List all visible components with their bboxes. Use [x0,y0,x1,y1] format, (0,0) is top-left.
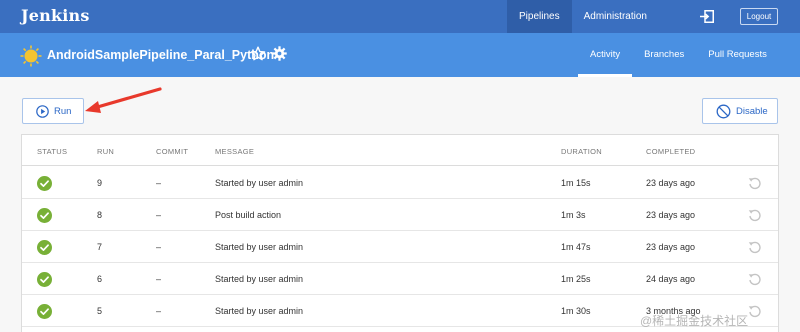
run-message: Started by user admin [215,274,304,284]
replay-icon[interactable] [748,273,761,286]
run-number: 9 [97,178,103,188]
replay-icon[interactable] [748,209,761,222]
commit-id: – [156,242,162,252]
run-duration: 1m 25s [561,274,591,284]
star-icon[interactable] [250,46,266,62]
sun-icon [20,45,42,67]
run-button[interactable]: Run [22,98,84,124]
activity-table: STATUS RUN COMMIT MESSAGE DURATION COMPL… [21,134,779,332]
nav-pipelines[interactable]: Pipelines [507,0,572,33]
replay-icon[interactable] [748,305,761,318]
table-row[interactable]: 8 – Post build action 1m 3s 23 days ago [22,199,778,231]
run-completed: 23 days ago [646,210,696,220]
commit-id: – [156,306,162,316]
tab-activity[interactable]: Activity [578,33,633,77]
jenkins-logo[interactable]: Jenkins [21,6,90,25]
table-row[interactable]: 6 – Started by user admin 1m 25s 24 days ago [22,263,778,295]
run-completed: 23 days ago [646,242,696,252]
column-completed: COMPLETED [646,147,696,156]
table-header: STATUS RUN COMMIT MESSAGE DURATION COMPL… [22,135,778,166]
run-button-label: Run [54,106,72,117]
commit-id: – [156,274,162,284]
logout-button[interactable]: Logout [740,8,778,25]
run-duration: 1m 3s [561,210,586,220]
check-circle-icon [37,240,52,255]
pipeline-title[interactable]: AndroidSamplePipeline_Paral_Python [47,48,274,62]
run-number: 7 [97,242,103,252]
login-icon[interactable] [700,10,714,23]
column-run: RUN [97,147,115,156]
column-message: MESSAGE [215,147,255,156]
disable-button-label: Disable [736,106,768,117]
run-duration: 1m 15s [561,178,591,188]
play-circle-icon [36,105,49,118]
tab-branches[interactable]: Branches [632,33,696,77]
tab-pull-requests[interactable]: Pull Requests [696,33,779,77]
column-status: STATUS [37,147,68,156]
run-number: 5 [97,306,103,316]
ban-icon [716,104,731,119]
check-circle-icon [37,304,52,319]
commit-id: – [156,210,162,220]
gear-icon[interactable] [272,46,287,61]
table-row[interactable]: 7 – Started by user admin 1m 47s 23 days ago [22,231,778,263]
run-duration: 1m 30s [561,306,591,316]
commit-id: – [156,178,162,188]
replay-icon[interactable] [748,241,761,254]
run-completed: 24 days ago [646,274,696,284]
disable-button[interactable]: Disable [702,98,778,124]
run-message: Started by user admin [215,242,304,252]
run-message: Started by user admin [215,178,304,188]
run-completed: 23 days ago [646,178,696,188]
pipeline-tabs: Activity Branches Pull Requests [578,33,779,77]
run-number: 6 [97,274,103,284]
run-number: 8 [97,210,103,220]
nav-administration[interactable]: Administration [572,0,659,33]
check-circle-icon [37,272,52,287]
top-nav: Pipelines Administration [507,0,659,33]
run-message: Post build action [215,210,282,220]
run-duration: 1m 47s [561,242,591,252]
top-navbar: Jenkins Pipelines Administration Logout [0,0,800,33]
column-commit: COMMIT [156,147,189,156]
run-message: Started by user admin [215,306,304,316]
check-circle-icon [37,208,52,223]
annotation-arrow [85,87,162,113]
watermark: @稀土掘金技术社区 [640,314,749,328]
check-circle-icon [37,176,52,191]
column-duration: DURATION [561,147,603,156]
replay-icon[interactable] [748,177,761,190]
table-row[interactable]: 9 – Started by user admin 1m 15s 23 days ago [22,167,778,199]
